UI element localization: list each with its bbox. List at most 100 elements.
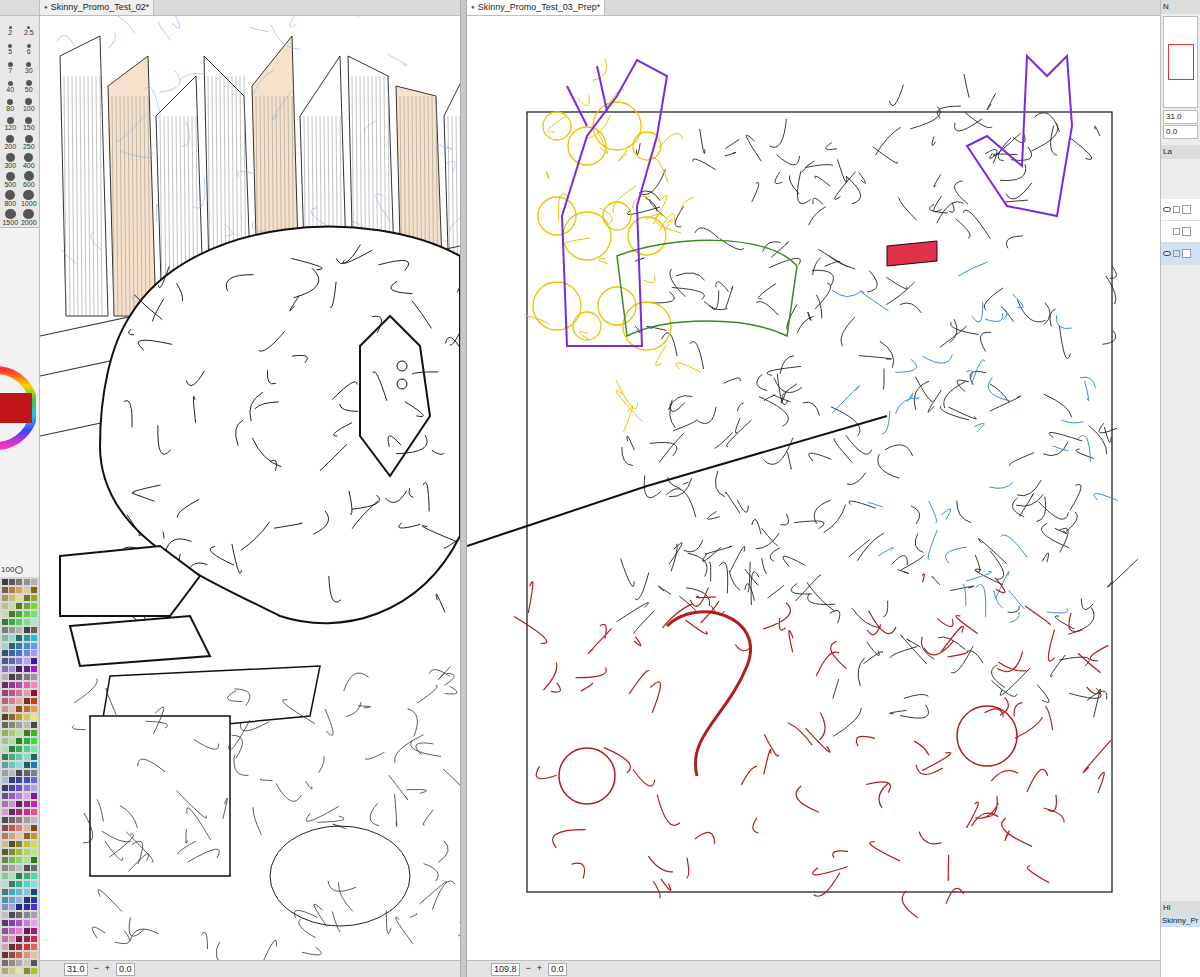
color-swatch[interactable] bbox=[2, 682, 8, 688]
color-swatch[interactable] bbox=[16, 643, 22, 649]
color-swatch[interactable] bbox=[24, 833, 30, 839]
color-swatch[interactable] bbox=[31, 674, 37, 680]
color-swatch[interactable] bbox=[2, 857, 8, 863]
color-swatch[interactable] bbox=[31, 619, 37, 625]
color-swatch[interactable] bbox=[2, 889, 8, 895]
color-swatch[interactable] bbox=[9, 722, 15, 728]
eye-icon[interactable] bbox=[1163, 251, 1171, 256]
brush-size-item[interactable]: 300 bbox=[2, 152, 19, 170]
color-swatch[interactable] bbox=[16, 627, 22, 633]
color-swatch[interactable] bbox=[2, 825, 8, 831]
zoom-in-button[interactable]: + bbox=[537, 962, 542, 976]
color-swatch[interactable] bbox=[16, 889, 22, 895]
color-swatch[interactable] bbox=[2, 722, 8, 728]
color-swatch[interactable] bbox=[24, 793, 30, 799]
color-swatch[interactable] bbox=[9, 857, 15, 863]
color-swatch[interactable] bbox=[2, 865, 8, 871]
color-swatch[interactable] bbox=[24, 785, 30, 791]
brush-size-item[interactable]: 120 bbox=[2, 114, 19, 132]
color-swatch[interactable] bbox=[2, 960, 8, 966]
color-swatch[interactable] bbox=[31, 666, 37, 672]
brush-size-item[interactable]: 200 bbox=[2, 133, 19, 151]
color-swatch[interactable] bbox=[24, 770, 30, 776]
history-item[interactable]: Skinny_Pr bbox=[1161, 915, 1200, 927]
color-swatch[interactable] bbox=[31, 944, 37, 950]
color-swatch[interactable] bbox=[9, 682, 15, 688]
brush-size-item[interactable]: 2000 bbox=[21, 209, 38, 227]
color-swatch[interactable] bbox=[9, 762, 15, 768]
color-swatch[interactable] bbox=[9, 777, 15, 783]
brush-size-item[interactable]: 80 bbox=[2, 95, 19, 113]
color-swatch[interactable] bbox=[9, 897, 15, 903]
window-divider[interactable] bbox=[460, 0, 467, 977]
color-swatch[interactable] bbox=[24, 881, 30, 887]
color-swatch[interactable] bbox=[31, 785, 37, 791]
color-swatch[interactable] bbox=[9, 595, 15, 601]
color-swatch[interactable] bbox=[9, 635, 15, 641]
color-swatch[interactable] bbox=[24, 849, 30, 855]
color-swatch[interactable] bbox=[9, 754, 15, 760]
color-swatch[interactable] bbox=[2, 833, 8, 839]
color-swatch[interactable] bbox=[9, 587, 15, 593]
color-swatch[interactable] bbox=[31, 904, 37, 910]
color-swatch[interactable] bbox=[31, 698, 37, 704]
navigator-zoom[interactable]: 31.0 bbox=[1163, 110, 1198, 124]
color-swatch[interactable] bbox=[24, 762, 30, 768]
color-swatch[interactable] bbox=[24, 730, 30, 736]
color-swatch[interactable] bbox=[2, 587, 8, 593]
canvas-area[interactable] bbox=[467, 16, 1160, 960]
color-swatch[interactable] bbox=[16, 682, 22, 688]
color-swatch[interactable] bbox=[16, 722, 22, 728]
color-swatch[interactable] bbox=[24, 595, 30, 601]
artwork-canvas-right[interactable] bbox=[467, 16, 1160, 960]
color-swatch[interactable] bbox=[16, 833, 22, 839]
color-swatch[interactable] bbox=[24, 706, 30, 712]
color-swatch[interactable] bbox=[9, 968, 15, 974]
color-swatch[interactable] bbox=[16, 611, 22, 617]
brush-size-item[interactable]: 150 bbox=[21, 114, 38, 132]
color-swatch[interactable] bbox=[2, 849, 8, 855]
brush-size-item[interactable]: 2 bbox=[2, 19, 19, 37]
color-swatch[interactable] bbox=[16, 619, 22, 625]
rotation-field[interactable]: 0.0 bbox=[548, 963, 567, 976]
color-swatch[interactable] bbox=[31, 841, 37, 847]
color-swatch[interactable] bbox=[16, 865, 22, 871]
color-swatch[interactable] bbox=[16, 770, 22, 776]
color-swatch[interactable] bbox=[9, 643, 15, 649]
color-swatch[interactable] bbox=[24, 738, 30, 744]
color-swatch[interactable] bbox=[2, 627, 8, 633]
color-swatch[interactable] bbox=[2, 785, 8, 791]
color-swatch[interactable] bbox=[9, 746, 15, 752]
color-swatch[interactable] bbox=[9, 619, 15, 625]
color-swatch[interactable] bbox=[2, 801, 8, 807]
color-swatch[interactable] bbox=[24, 873, 30, 879]
color-swatch[interactable] bbox=[31, 658, 37, 664]
color-swatch[interactable] bbox=[24, 682, 30, 688]
brush-size-item[interactable]: 1500 bbox=[2, 209, 19, 227]
color-swatch[interactable] bbox=[31, 762, 37, 768]
color-swatch[interactable] bbox=[9, 881, 15, 887]
color-swatch[interactable] bbox=[2, 690, 8, 696]
color-swatch[interactable] bbox=[31, 928, 37, 934]
color-wheel[interactable] bbox=[0, 358, 39, 468]
color-swatch[interactable] bbox=[24, 643, 30, 649]
color-swatch[interactable] bbox=[16, 714, 22, 720]
color-swatch[interactable] bbox=[31, 960, 37, 966]
color-swatch[interactable] bbox=[24, 777, 30, 783]
color-swatch[interactable] bbox=[31, 793, 37, 799]
brush-size-item[interactable]: 500 bbox=[2, 171, 19, 189]
color-swatch[interactable] bbox=[24, 857, 30, 863]
color-swatch[interactable] bbox=[31, 738, 37, 744]
color-swatch[interactable] bbox=[2, 579, 8, 585]
color-swatch[interactable] bbox=[31, 754, 37, 760]
color-swatch[interactable] bbox=[2, 746, 8, 752]
color-swatch[interactable] bbox=[24, 904, 30, 910]
color-swatch[interactable] bbox=[2, 666, 8, 672]
color-swatch[interactable] bbox=[16, 587, 22, 593]
color-swatch[interactable] bbox=[31, 865, 37, 871]
color-swatch[interactable] bbox=[9, 865, 15, 871]
color-swatch[interactable] bbox=[31, 936, 37, 942]
color-swatch[interactable] bbox=[31, 603, 37, 609]
color-swatch[interactable] bbox=[24, 817, 30, 823]
color-swatch[interactable] bbox=[31, 873, 37, 879]
